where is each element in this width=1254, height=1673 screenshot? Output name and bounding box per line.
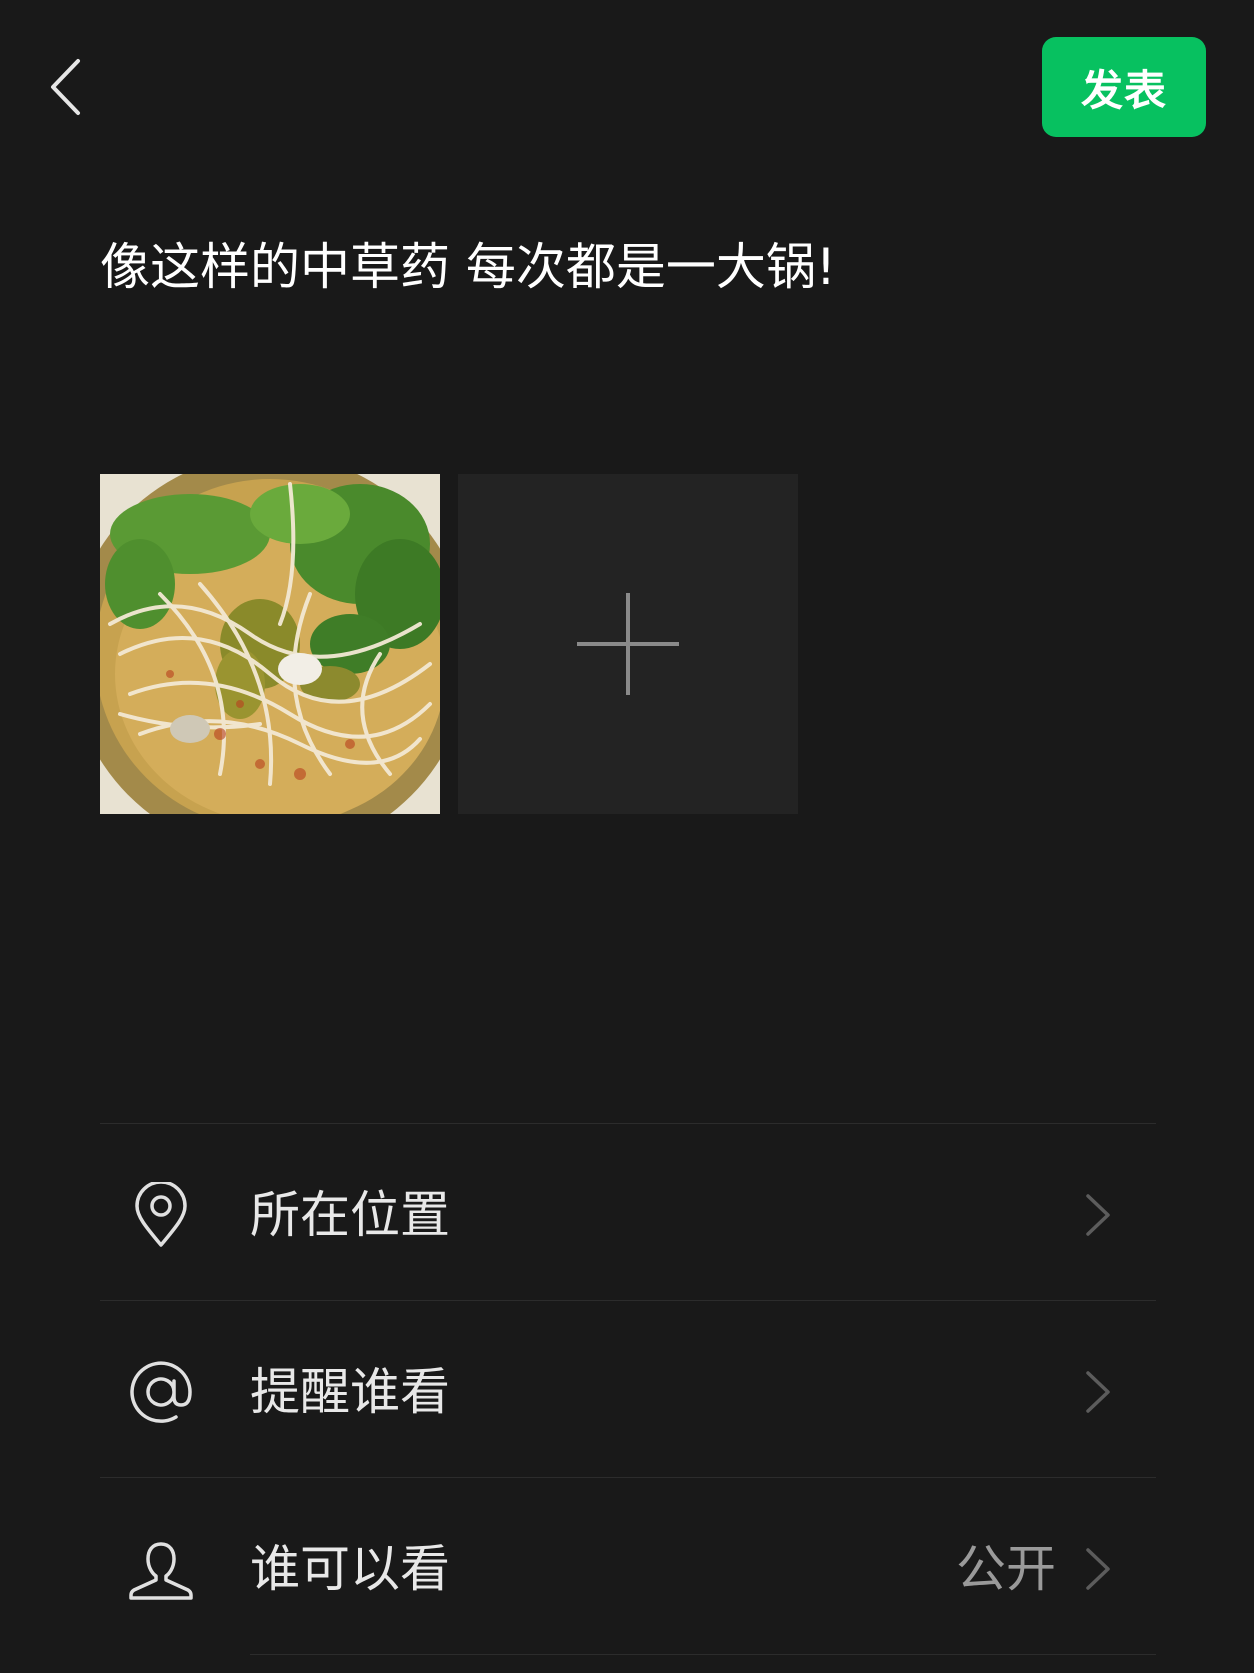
person-icon xyxy=(128,1536,194,1602)
location-pin-icon xyxy=(128,1182,194,1248)
option-label: 所在位置 xyxy=(250,1186,450,1244)
option-label: 谁可以看 xyxy=(250,1540,450,1598)
at-sign-icon xyxy=(128,1359,194,1425)
option-mention[interactable]: 提醒谁看 xyxy=(100,1301,1156,1477)
visibility-value: 公开 xyxy=(956,1540,1056,1598)
post-text-input[interactable]: 像这样的中草药 每次都是一大锅! xyxy=(100,232,1160,302)
food-photo-image xyxy=(100,474,440,814)
add-photo-button[interactable] xyxy=(458,474,798,814)
post-button[interactable]: 发表 xyxy=(1042,37,1206,137)
divider xyxy=(250,1654,1156,1655)
chevron-right-icon xyxy=(1086,1548,1110,1590)
back-button[interactable] xyxy=(40,52,90,122)
chevron-left-icon xyxy=(51,59,80,115)
option-visibility[interactable]: 谁可以看 公开 xyxy=(100,1478,1156,1654)
option-label: 提醒谁看 xyxy=(250,1363,450,1421)
moments-compose-screen: 发表 像这样的中草药 每次都是一大锅! 所在位置 提醒谁看 谁可以看 公开 xyxy=(0,0,1254,1673)
plus-icon xyxy=(577,593,679,695)
option-location[interactable]: 所在位置 xyxy=(100,1124,1156,1300)
chevron-right-icon xyxy=(1086,1194,1110,1236)
chevron-right-icon xyxy=(1086,1371,1110,1413)
attached-photo[interactable] xyxy=(100,474,440,814)
